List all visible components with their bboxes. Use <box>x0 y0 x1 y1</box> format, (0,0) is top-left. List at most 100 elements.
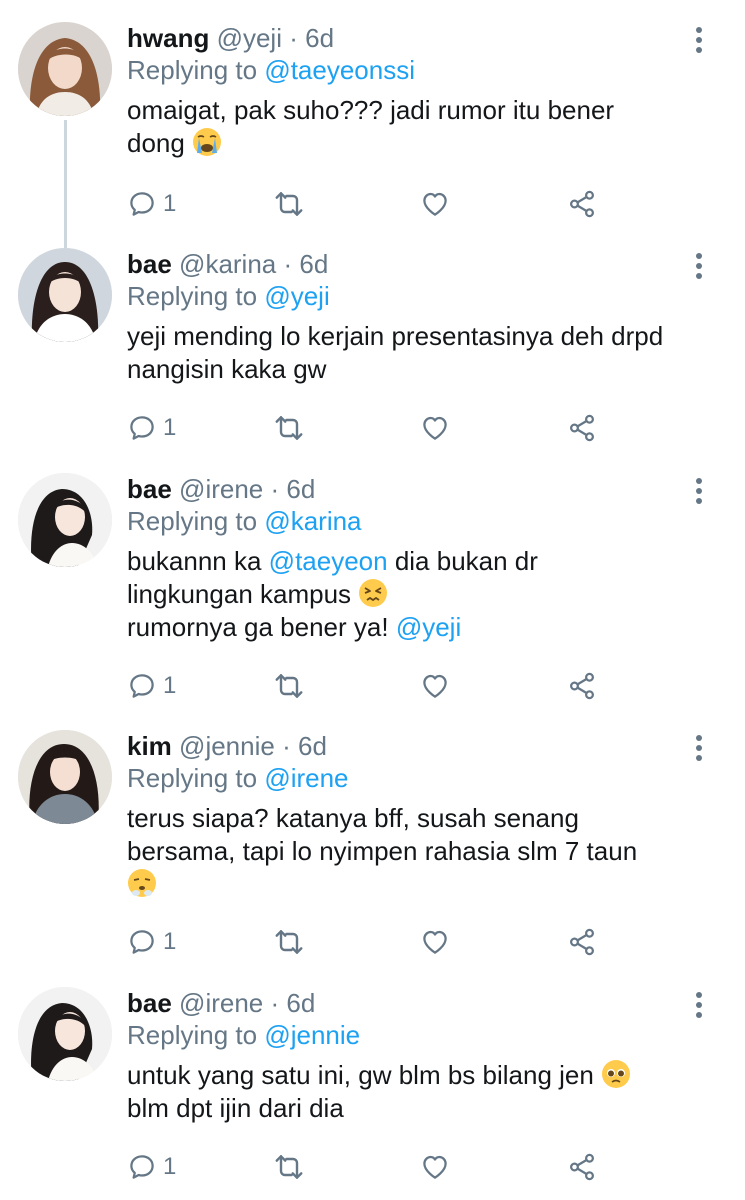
display-name[interactable]: bae <box>127 249 172 279</box>
share-button[interactable] <box>567 666 597 706</box>
share-icon <box>567 413 597 443</box>
username-handle[interactable]: @karina <box>179 249 276 279</box>
share-icon <box>567 1152 597 1182</box>
retweet-icon <box>273 926 305 958</box>
timestamp[interactable]: 6d <box>286 988 315 1018</box>
display-name[interactable]: bae <box>127 988 172 1018</box>
share-button[interactable] <box>567 408 597 448</box>
display-name[interactable]: bae <box>127 474 172 504</box>
tweet[interactable]: bae @irene · 6d Replying to @jennie untu… <box>0 987 745 1200</box>
replying-to-mention[interactable]: @yeji <box>264 281 329 311</box>
tweet-actions: 1 <box>127 408 627 448</box>
replying-to-mention[interactable]: @irene <box>264 763 348 793</box>
replying-to-label: Replying to <box>127 281 265 311</box>
more-vertical-icon[interactable] <box>689 250 709 282</box>
share-button[interactable] <box>567 922 597 962</box>
reply-count: 1 <box>163 190 177 217</box>
pleading-face-emoji <box>602 1060 631 1088</box>
reply-icon <box>127 1152 157 1182</box>
heart-icon <box>420 671 450 701</box>
tweet-actions: 1 <box>127 184 627 224</box>
tweet-text-line: dong <box>127 128 185 158</box>
more-vertical-icon[interactable] <box>689 475 709 507</box>
more-vertical-icon[interactable] <box>689 989 709 1021</box>
reply-count: 1 <box>163 928 177 955</box>
tweet-text-line: nangisin kaka gw <box>127 354 327 384</box>
reply-count: 1 <box>163 1153 177 1180</box>
reply-button[interactable]: 1 <box>127 922 176 962</box>
separator-dot: · <box>270 474 280 504</box>
avatar[interactable] <box>18 248 112 342</box>
replying-to: Replying to @irene <box>127 762 705 794</box>
text-mention[interactable]: @taeyeon <box>269 546 388 576</box>
reply-button[interactable]: 1 <box>127 666 176 706</box>
text-mention[interactable]: @yeji <box>396 612 461 642</box>
tweet-text: terus siapa? katanya bff, susah senang b… <box>127 802 705 901</box>
tweet-actions: 1 <box>127 666 627 706</box>
like-button[interactable] <box>420 922 450 962</box>
retweet-icon <box>273 1151 305 1183</box>
username-handle[interactable]: @irene <box>179 474 263 504</box>
display-name[interactable]: kim <box>127 731 172 761</box>
avatar[interactable] <box>18 987 112 1081</box>
like-button[interactable] <box>420 184 450 224</box>
reply-button[interactable]: 1 <box>127 408 176 448</box>
more-vertical-icon[interactable] <box>689 732 709 764</box>
display-name[interactable]: hwang <box>127 23 209 53</box>
reply-icon <box>127 189 157 219</box>
tweet[interactable]: bae @irene · 6d Replying to @karina buka… <box>0 473 745 731</box>
tweet-body: bae @irene · 6d Replying to @karina buka… <box>127 473 705 644</box>
tweet-text-line: terus siapa? katanya bff, susah senang <box>127 803 579 833</box>
timestamp[interactable]: 6d <box>299 249 328 279</box>
tweet[interactable]: kim @jennie · 6d Replying to @irene teru… <box>0 730 745 988</box>
timestamp[interactable]: 6d <box>305 23 334 53</box>
tweet-body: kim @jennie · 6d Replying to @irene teru… <box>127 730 705 901</box>
tweet-header: kim @jennie · 6d <box>127 730 705 762</box>
avatar[interactable] <box>18 473 112 567</box>
reply-icon <box>127 413 157 443</box>
tweet-text-line: untuk yang satu ini, gw blm bs bilang je… <box>127 1060 594 1090</box>
reply-button[interactable]: 1 <box>127 184 176 224</box>
reply-button[interactable]: 1 <box>127 1147 176 1187</box>
tweet[interactable]: bae @karina · 6d Replying to @yeji yeji … <box>0 248 745 474</box>
retweet-button[interactable] <box>273 1147 305 1187</box>
tweet-text-line: lingkungan kampus <box>127 579 352 609</box>
share-icon <box>567 189 597 219</box>
persevering-face-emoji <box>359 579 388 607</box>
like-button[interactable] <box>420 408 450 448</box>
timestamp[interactable]: 6d <box>298 731 327 761</box>
retweet-button[interactable] <box>273 408 305 448</box>
retweet-icon <box>273 412 305 444</box>
timestamp[interactable]: 6d <box>286 474 315 504</box>
retweet-button[interactable] <box>273 184 305 224</box>
share-button[interactable] <box>567 184 597 224</box>
like-button[interactable] <box>420 666 450 706</box>
replying-to-label: Replying to <box>127 506 265 536</box>
username-handle[interactable]: @jennie <box>179 731 275 761</box>
tweet-text: untuk yang satu ini, gw blm bs bilang je… <box>127 1059 705 1125</box>
tweet-body: bae @karina · 6d Replying to @yeji yeji … <box>127 248 705 386</box>
separator-dot: · <box>282 731 291 761</box>
avatar[interactable] <box>18 730 112 824</box>
tweet-body: bae @irene · 6d Replying to @jennie untu… <box>127 987 705 1125</box>
replying-to-mention[interactable]: @jennie <box>264 1020 360 1050</box>
tweet-actions: 1 <box>127 1147 627 1187</box>
share-icon <box>567 927 597 957</box>
replying-to-mention[interactable]: @karina <box>264 506 361 536</box>
avatar[interactable] <box>18 22 112 116</box>
username-handle[interactable]: @yeji <box>217 23 282 53</box>
share-button[interactable] <box>567 1147 597 1187</box>
retweet-button[interactable] <box>273 666 305 706</box>
tweet-text-segment: dia bukan dr <box>387 546 538 576</box>
separator-dot: · <box>289 23 298 53</box>
retweet-button[interactable] <box>273 922 305 962</box>
replying-to-label: Replying to <box>127 1020 265 1050</box>
more-vertical-icon[interactable] <box>689 24 709 56</box>
like-button[interactable] <box>420 1147 450 1187</box>
loudly-crying-face-emoji <box>193 128 222 156</box>
reply-count: 1 <box>163 414 177 441</box>
replying-to-mention[interactable]: @taeyeonssi <box>264 55 415 85</box>
heart-icon <box>420 927 450 957</box>
tweet[interactable]: hwang @yeji · 6d Replying to @taeyeonssi… <box>0 22 745 248</box>
username-handle[interactable]: @irene <box>179 988 263 1018</box>
